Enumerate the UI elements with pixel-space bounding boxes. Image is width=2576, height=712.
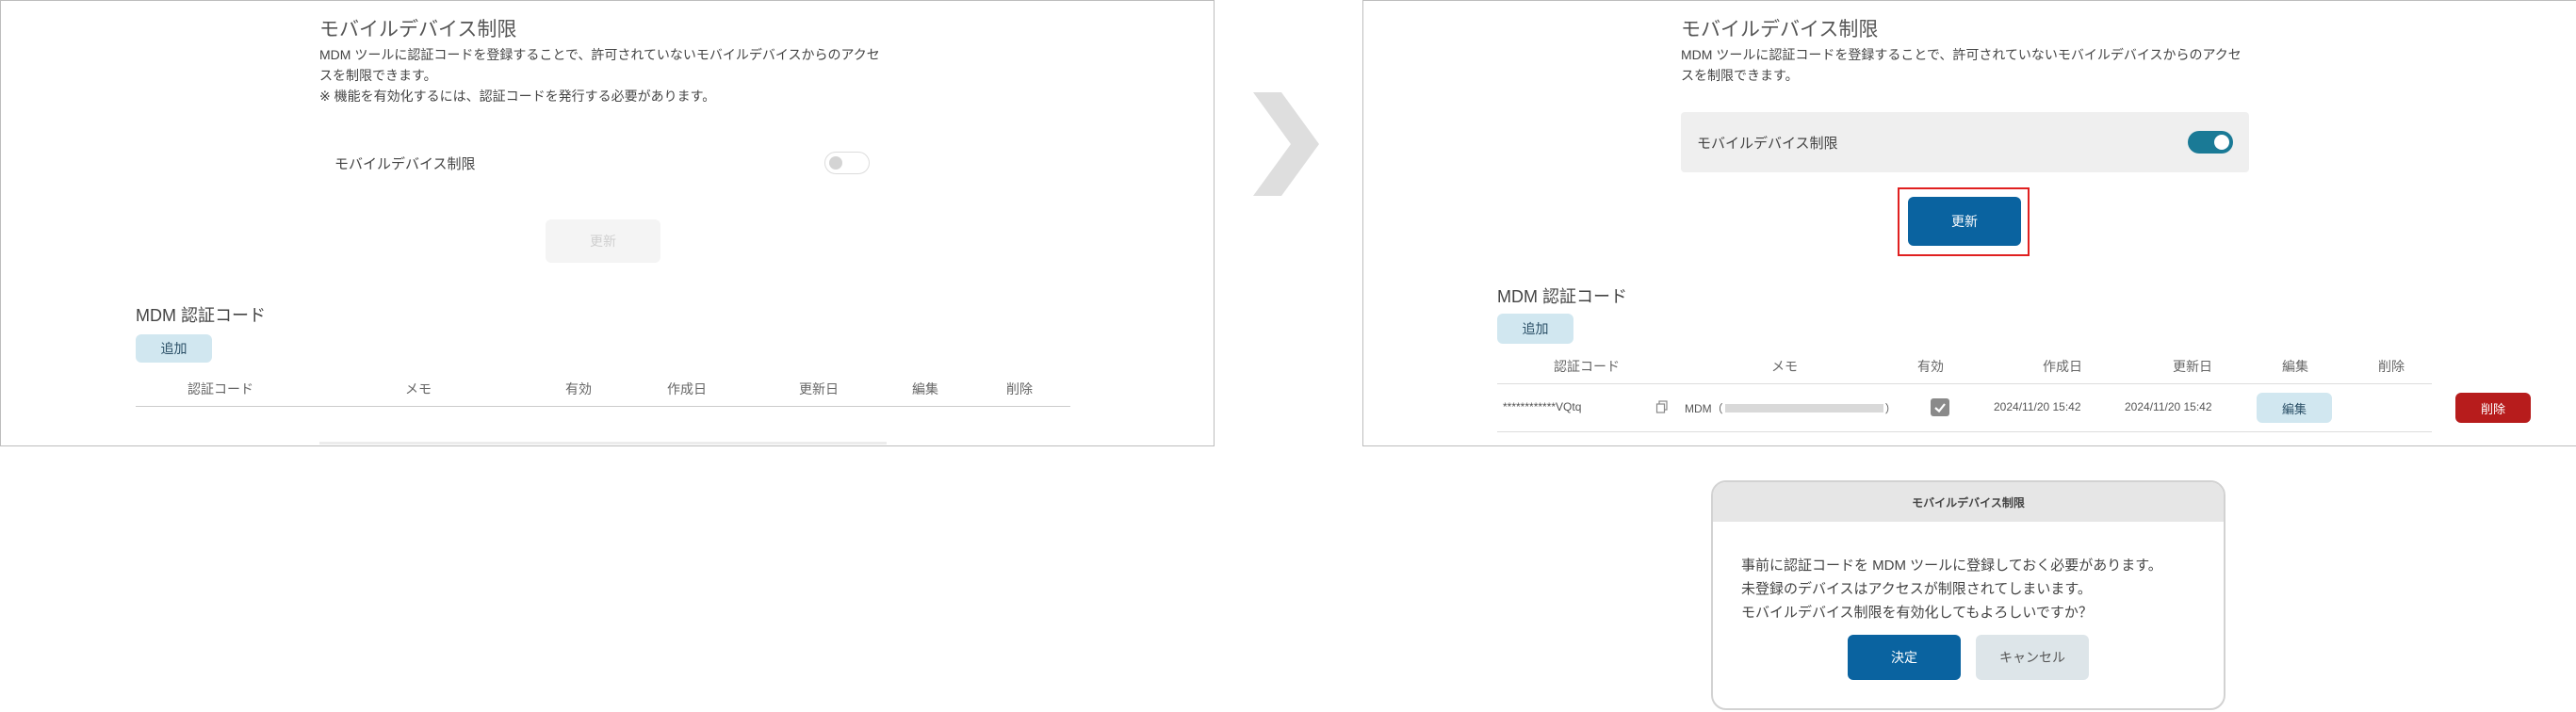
column-header: 更新日 (2173, 359, 2212, 374)
add-button[interactable]: 追加 (136, 334, 212, 363)
description-line: MDM ツールに認証コードを登録することで、許可されていないモバイルデバイスから… (1681, 47, 2242, 62)
description-line: スを制限できます。 (319, 68, 437, 83)
created-date: 2024/11/20 15:42 (1994, 400, 2081, 413)
dialog-title: モバイルデバイス制限 (1912, 495, 2025, 510)
column-header: 編集 (2282, 359, 2308, 374)
table-body-placeholder (319, 442, 887, 445)
message-line: 事前に認証コードを MDM ツールに登録しておく必要があります。 (1741, 558, 2162, 574)
memo-cell: MDM（ ） (1685, 400, 1897, 416)
enabled-checkbox[interactable] (1931, 398, 1949, 416)
before-screenshot-panel: モバイルデバイス制限 MDM ツールに認証コードを登録することで、許可されていな… (0, 0, 1215, 446)
check-icon (1934, 403, 1946, 413)
mdm-code-title: MDM 認証コード (1497, 287, 1627, 306)
update-button[interactable]: 更新 (1908, 197, 2021, 246)
memo-suffix: ） (1884, 402, 1897, 415)
table-row: ************VQtq MDM（ ） 2024/11/20 15:42… (1497, 383, 2531, 432)
auth-code-value: ************VQtq (1503, 400, 1582, 413)
column-header: 認証コード (187, 381, 253, 396)
column-header: 削除 (2378, 359, 2405, 374)
mdm-code-title: MDM 認証コード (136, 306, 266, 325)
column-header: 削除 (1006, 381, 1033, 396)
column-header: 作成日 (2043, 359, 2082, 374)
column-header: 有効 (1917, 359, 1944, 374)
table-header: 認証コード メモ 有効 作成日 更新日 編集 削除 (136, 376, 1070, 407)
table-header: 認証コード メモ 有効 作成日 更新日 編集 削除 (1497, 355, 2432, 381)
add-button[interactable]: 追加 (1497, 314, 1573, 344)
chevron-right-icon (1253, 92, 1319, 196)
column-header: メモ (1771, 359, 1798, 374)
column-header: 編集 (912, 381, 938, 396)
copy-icon[interactable] (1655, 400, 1669, 413)
confirm-button[interactable]: 決定 (1848, 635, 1961, 680)
delete-button[interactable]: 削除 (2455, 393, 2531, 423)
message-line: モバイルデバイス制限を有効化してもよろしいですか？ (1741, 605, 2093, 621)
after-screenshot-panel: モバイルデバイス制限 MDM ツールに認証コードを登録することで、許可されていな… (1362, 0, 2576, 446)
toggle-label: モバイルデバイス制限 (1697, 136, 1838, 152)
dialog-message: 事前に認証コードを MDM ツールに登録しておく必要があります。 未登録のデバイ… (1741, 554, 2162, 624)
memo-redacted (1724, 404, 1883, 413)
memo-prefix: MDM（ (1685, 402, 1723, 415)
toggle-label: モバイルデバイス制限 (334, 156, 476, 172)
column-header: 認証コード (1554, 359, 1620, 374)
section-title: モバイルデバイス制限 (1681, 19, 1879, 40)
update-button-disabled[interactable]: 更新 (546, 219, 660, 263)
confirm-dialog: モバイルデバイス制限 事前に認証コードを MDM ツールに登録しておく必要があり… (1711, 480, 2225, 710)
column-header: 更新日 (799, 381, 839, 396)
cancel-button[interactable]: キャンセル (1976, 635, 2089, 680)
mobile-restriction-toggle[interactable] (824, 152, 870, 174)
toggle-knob (829, 156, 842, 170)
activation-note: ※ 機能を有効化するには、認証コードを発行する必要があります。 (319, 89, 716, 104)
toggle-row: モバイルデバイス制限 (1681, 112, 2249, 172)
toggle-knob (2214, 135, 2229, 150)
dialog-header: モバイルデバイス制限 (1713, 482, 2224, 522)
description-line: スを制限できます。 (1681, 68, 1799, 83)
section-title: モバイルデバイス制限 (319, 19, 517, 40)
section-description: MDM ツールに認証コードを登録することで、許可されていないモバイルデバイスから… (1681, 44, 2265, 86)
column-header: メモ (405, 381, 432, 396)
description-line: MDM ツールに認証コードを登録することで、許可されていないモバイルデバイスから… (319, 47, 880, 62)
column-header: 作成日 (667, 381, 707, 396)
column-header: 有効 (565, 381, 592, 396)
updated-date: 2024/11/20 15:42 (2125, 400, 2212, 413)
section-description: MDM ツールに認証コードを登録することで、許可されていないモバイルデバイスから… (319, 44, 904, 106)
message-line: 未登録のデバイスはアクセスが制限されてしまいます。 (1741, 581, 2092, 597)
edit-button[interactable]: 編集 (2257, 393, 2332, 423)
mobile-restriction-toggle[interactable] (2188, 131, 2233, 154)
